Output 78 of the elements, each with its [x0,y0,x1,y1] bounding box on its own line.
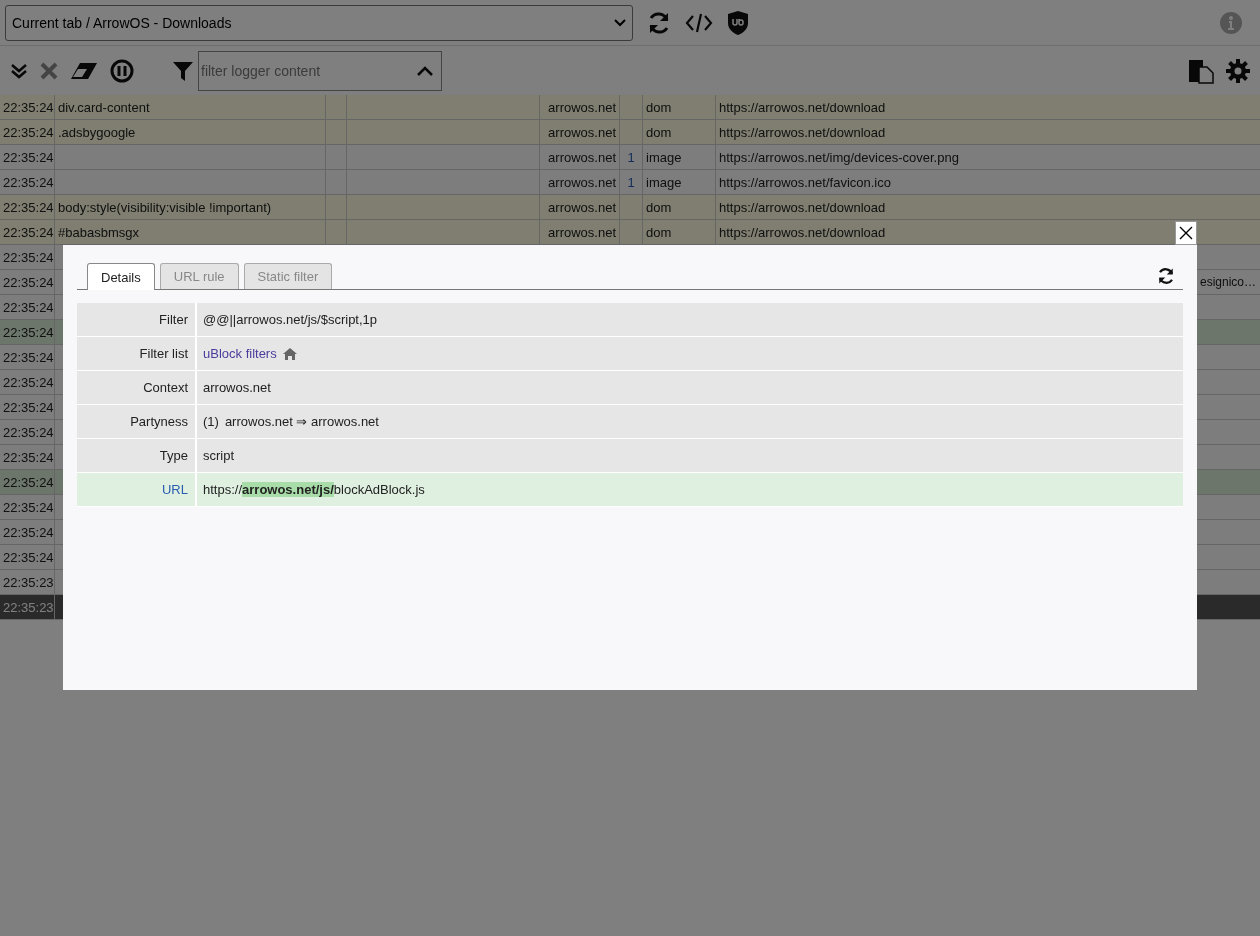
filter-cell: div.card-content [58,99,150,115]
chevron-down-icon [614,18,626,27]
party-number: (1) [203,414,219,429]
url-cell: https://arrowos.net/img/devices-cover.png [719,149,959,165]
detail-value: arrowos.net ⇒ arrowos.net [224,414,379,429]
count-cell: 1 [627,149,635,165]
log-row[interactable]: 22:35:24 #babasbmsgx arrowos.net dom https://arrowos.net/download [0,220,1260,245]
time-cell: 22:35:24 [0,170,55,194]
shield-icon[interactable] [727,9,749,36]
detail-value: @@||arrowos.net/js/$script,1p [203,312,378,327]
filter-cell: #babasbmsgx [58,224,139,240]
time-cell: 22:35:24 [0,370,55,394]
time-cell: 22:35:24 [0,220,55,244]
filter-list-link[interactable]: uBlock filters [203,346,277,361]
url-cell: https://arrowos.net/download [719,99,886,115]
dialog-tab[interactable]: URL rule [159,263,239,289]
domain-cell: arrowos.net [548,124,616,140]
time-cell: 22:35:23 [0,595,55,619]
time-cell: 22:35:24 [0,120,55,144]
domain-cell: arrowos.net [548,99,616,115]
time-cell: 22:35:24 [0,95,55,119]
time-cell: 22:35:24 [0,520,55,544]
type-cell: dom [646,99,672,115]
time-cell: 22:35:24 [0,420,55,444]
url-cell: https://arrowos.net/download [719,224,886,240]
type-cell: image [646,149,682,165]
time-cell: 22:35:24 [0,545,55,569]
log-row[interactable]: 22:35:24 arrowos.net 1 image https://arrowos.net/img/devices-cover.png [0,145,1260,170]
domain-cell: arrowos.net [548,174,616,190]
dialog-tab[interactable]: Details [87,263,155,290]
log-row[interactable]: 22:35:24 div.card-content arrowos.net dom https://arrowos.net/download [0,95,1260,120]
detail-value: arrowos.net [203,380,271,395]
url-cell: https://arrowos.net/download [719,199,886,215]
domain-cell: arrowos.net [548,149,616,165]
url-cell: esignico… [1199,275,1257,289]
detail-value: script [203,448,235,463]
filter-icon[interactable] [172,59,194,82]
time-cell: 22:35:24 [0,295,55,319]
time-cell: 22:35:23 [0,570,55,594]
time-cell: 22:35:24 [0,320,55,344]
close-button[interactable] [1175,221,1197,245]
time-cell: 22:35:24 [0,270,55,294]
close-icon[interactable] [40,61,58,80]
type-cell: dom [646,199,672,215]
log-row[interactable]: 22:35:24 body:style(visibility:visible !important) arrowos.net dom https://arrowos.net/download [0,195,1260,220]
filter-cell: body:style(visibility:visible !important) [58,199,272,215]
eraser-icon[interactable] [70,61,98,80]
home-icon[interactable] [282,347,297,360]
domain-cell: arrowos.net [548,224,616,240]
time-cell: 22:35:24 [0,445,55,469]
log-row[interactable]: 22:35:24 arrowos.net 1 image https://arrowos.net/favicon.ico [0,170,1260,195]
count-cell: 1 [627,174,635,190]
log-row[interactable]: 22:35:24 .adsbygoogle arrowos.net dom https://arrowos.net/download [0,120,1260,145]
time-cell: 22:35:24 [0,195,55,219]
time-cell: 22:35:24 [0,395,55,419]
time-cell: 22:35:24 [0,145,55,169]
tab-select[interactable]: Current tab / ArrowOS - Downloads [5,4,633,41]
domain-cell: arrowos.net [548,199,616,215]
url-cell: https://arrowos.net/download [719,124,886,140]
type-cell: image [646,174,682,190]
code-icon[interactable] [685,11,713,34]
dialog-tab[interactable]: Static filter [243,263,333,289]
time-cell: 22:35:24 [0,495,55,519]
time-cell: 22:35:24 [0,345,55,369]
url-value: https://arrowos.net/js/blockAdBlock.js [203,482,425,497]
type-cell: dom [646,124,672,140]
double-chevron-icon[interactable] [10,61,28,80]
type-cell: dom [646,224,672,240]
caret-up-icon[interactable] [416,64,434,77]
pause-icon[interactable] [110,58,134,83]
refresh-icon[interactable] [1157,266,1175,285]
time-cell: 22:35:24 [0,245,55,269]
detail-label: URL [77,473,197,506]
filter-cell: .adsbygoogle [58,124,136,140]
filter-field[interactable]: filter logger content [198,50,442,91]
url-cell: https://arrowos.net/favicon.ico [719,174,891,190]
document-icon[interactable] [1188,57,1214,84]
time-cell: 22:35:24 [0,470,55,494]
